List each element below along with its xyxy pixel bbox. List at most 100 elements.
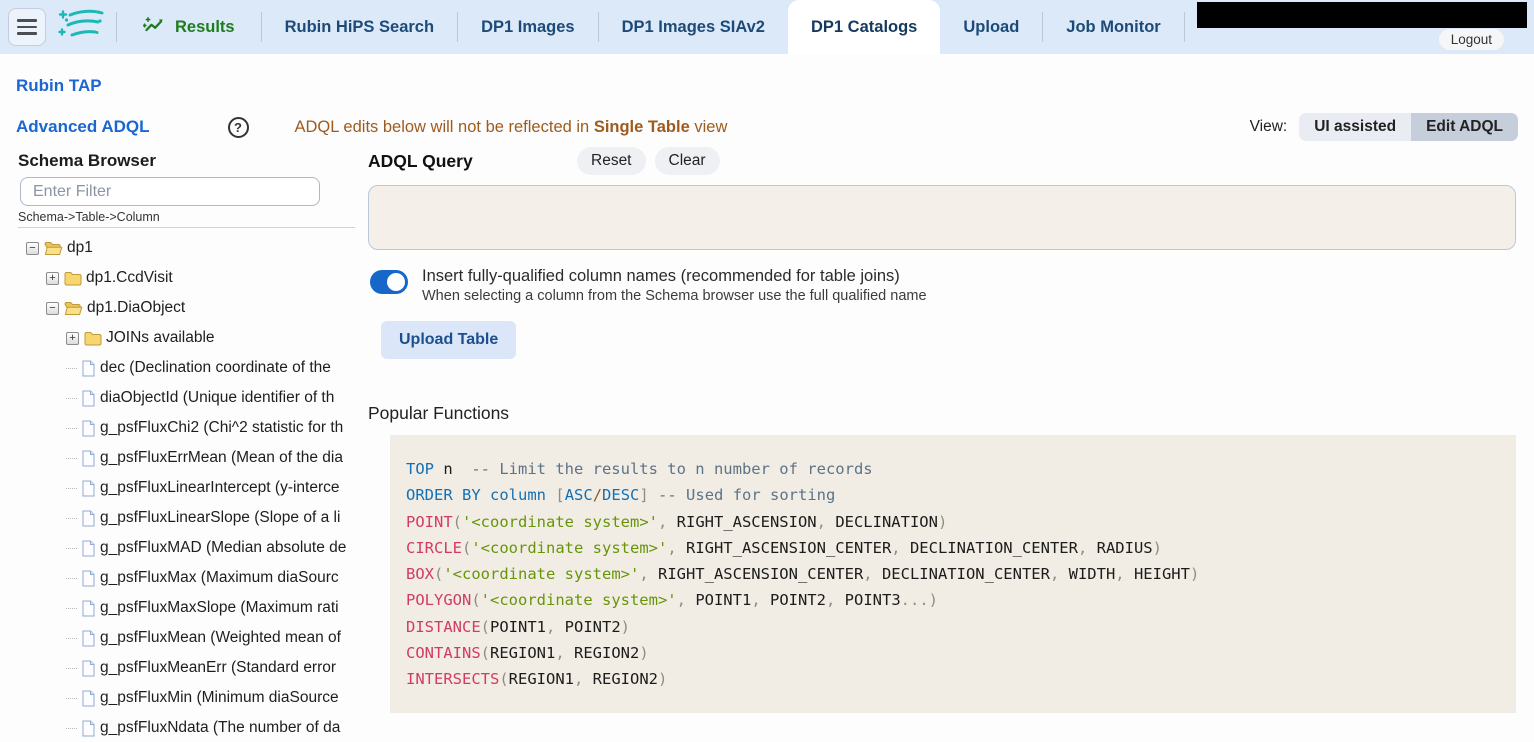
divider [18, 227, 355, 228]
tab-job-monitor[interactable]: Job Monitor [1043, 0, 1183, 54]
tab-dp1-images-siav2[interactable]: DP1 Images SIAv2 [599, 0, 788, 54]
tree-item-joins-available[interactable]: + JOINs available [0, 323, 359, 353]
toggle-label: Insert fully-qualified column names (rec… [422, 267, 927, 286]
help-icon[interactable]: ? [228, 117, 249, 138]
tree-item-g-psffluxmean-weighted-mean-of[interactable]: g_psfFluxMean (Weighted mean of [0, 623, 359, 653]
folder-open-icon [44, 241, 63, 256]
fully-qualified-toggle-row: Insert fully-qualified column names (rec… [370, 267, 927, 304]
tab-rubin-hips-search[interactable]: Rubin HiPS Search [262, 0, 457, 54]
clear-button[interactable]: Clear [655, 147, 720, 175]
tree-connector [66, 578, 77, 579]
tree-item-label: diaObjectId (Unique identifier of th [100, 389, 334, 407]
document-icon [81, 600, 96, 617]
tree-item-dec-declination-coordinate-of-the[interactable]: dec (Declination coordinate of the [0, 353, 359, 383]
schema-tree: − dp1 + dp1.CcdVisit − dp1.DiaObject + JOINs av… [0, 233, 359, 742]
tree-item-label: dec (Declination coordinate of the [100, 359, 331, 377]
document-icon [81, 360, 96, 377]
tab-dp1-images[interactable]: DP1 Images [458, 0, 598, 54]
tree-item-g-psffluxchi2-chi-2-statistic-for-th[interactable]: g_psfFluxChi2 (Chi^2 statistic for th [0, 413, 359, 443]
tree-item-dp1-diaobject[interactable]: − dp1.DiaObject [0, 293, 359, 323]
reset-button[interactable]: Reset [577, 147, 646, 175]
adql-query-header: ADQL Query Reset Clear [368, 147, 729, 175]
tree-expand-toggle[interactable]: + [46, 272, 59, 285]
document-icon [81, 420, 96, 437]
tree-item-g-psffluxlinearintercept-y-interce[interactable]: g_psfFluxLinearIntercept (y-interce [0, 473, 359, 503]
upload-table-button[interactable]: Upload Table [381, 321, 516, 359]
adql-query-panel: ADQL Query Reset Clear Insert fully-qual… [368, 143, 1516, 742]
hamburger-menu-button[interactable] [8, 8, 46, 46]
toggle-hint: When selecting a column from the Schema … [422, 288, 927, 304]
schema-browser-title: Schema Browser [18, 151, 359, 171]
document-icon [81, 540, 96, 557]
divider [1184, 12, 1185, 42]
tree-connector [66, 428, 77, 429]
section-title: Advanced ADQL [16, 117, 150, 137]
tree-item-label: g_psfFluxMaxSlope (Maximum rati [100, 599, 339, 617]
tree-item-label: dp1 [67, 239, 93, 257]
tree-item-g-psffluxmin-minimum-diasource[interactable]: g_psfFluxMin (Minimum diaSource [0, 683, 359, 713]
tab-dp1-catalogs[interactable]: DP1 Catalogs [788, 0, 940, 54]
tab-results[interactable]: Results [117, 0, 261, 54]
code-line: INTERSECTS(REGION1, REGION2) [406, 666, 1516, 692]
tree-item-label: g_psfFluxMean (Weighted mean of [100, 629, 341, 647]
user-identity-redacted [1197, 2, 1527, 28]
tree-connector [66, 728, 77, 729]
tree-item-label: g_psfFluxNdata (The number of da [100, 719, 340, 737]
tree-item-g-psffluxmax-maximum-diasourc[interactable]: g_psfFluxMax (Maximum diaSourc [0, 563, 359, 593]
tree-connector [66, 488, 77, 489]
tree-connector [66, 518, 77, 519]
schema-browser-panel: Schema Browser Schema->Table->Column −dp… [0, 143, 359, 742]
adql-query-title: ADQL Query [368, 151, 577, 172]
document-icon [81, 690, 96, 707]
tree-item-g-psffluxmaxslope-maximum-rati[interactable]: g_psfFluxMaxSlope (Maximum rati [0, 593, 359, 623]
tree-item-g-psffluxmad-median-absolute-de[interactable]: g_psfFluxMAD (Median absolute de [0, 533, 359, 563]
tree-item-label: JOINs available [106, 329, 215, 347]
results-chart-icon [143, 15, 166, 40]
fully-qualified-toggle-switch[interactable] [370, 270, 408, 294]
tab-upload[interactable]: Upload [940, 0, 1042, 54]
view-toggle-group: View: UI assisted Edit ADQL [1250, 113, 1518, 141]
document-icon [81, 510, 96, 527]
code-line: ORDER BY column [ASC/DESC] -- Used for s… [406, 482, 1516, 508]
folder-open-icon [64, 301, 83, 316]
code-line: DISTANCE(POINT1, POINT2) [406, 614, 1516, 640]
code-line: POINT('<coordinate system>', RIGHT_ASCEN… [406, 509, 1516, 535]
code-line: TOP n -- Limit the results to n number o… [406, 456, 1516, 482]
tree-connector [66, 698, 77, 699]
tab-results-label: Results [175, 18, 235, 37]
adql-query-textarea[interactable] [368, 185, 1516, 250]
tree-item-g-psffluxerrmean-mean-of-the-dia[interactable]: g_psfFluxErrMean (Mean of the dia [0, 443, 359, 473]
tree-item-label: g_psfFluxMax (Maximum diaSourc [100, 569, 339, 587]
tree-connector [66, 398, 77, 399]
tree-expand-toggle[interactable]: + [66, 332, 79, 345]
tree-item-label: g_psfFluxLinearSlope (Slope of a li [100, 509, 340, 527]
document-icon [81, 720, 96, 737]
tree-expand-toggle[interactable]: − [46, 302, 59, 315]
view-edit-adql-button[interactable]: Edit ADQL [1411, 113, 1518, 141]
toggle-text: Insert fully-qualified column names (rec… [422, 267, 927, 304]
document-icon [81, 570, 96, 587]
tree-item-label: g_psfFluxChi2 (Chi^2 statistic for th [100, 419, 343, 437]
tree-item-label: g_psfFluxErrMean (Mean of the dia [100, 449, 343, 467]
code-line: CIRCLE('<coordinate system>', RIGHT_ASCE… [406, 535, 1516, 561]
adql-warning-text: ADQL edits below will not be reflected i… [295, 118, 728, 137]
folder-closed-icon [84, 331, 102, 346]
folder-closed-icon [64, 271, 82, 286]
page-title: Rubin TAP [16, 76, 102, 96]
top-navigation-bar: Results Rubin HiPS SearchDP1 ImagesDP1 I… [0, 0, 1534, 54]
tree-item-g-psffluxmeanerr-standard-error[interactable]: g_psfFluxMeanErr (Standard error [0, 653, 359, 683]
view-label: View: [1250, 118, 1288, 136]
tree-item-g-psffluxlinearslope-slope-of-a-li[interactable]: g_psfFluxLinearSlope (Slope of a li [0, 503, 359, 533]
tree-item-label: dp1.DiaObject [87, 299, 185, 317]
tree-item-diaobjectid-unique-identifier-of-th[interactable]: diaObjectId (Unique identifier of th [0, 383, 359, 413]
tree-item-dp1-ccdvisit[interactable]: + dp1.CcdVisit [0, 263, 359, 293]
schema-filter-input[interactable] [20, 177, 320, 206]
tree-item-label: dp1.CcdVisit [86, 269, 173, 287]
popular-functions-title: Popular Functions [368, 403, 509, 424]
tree-item-g-psffluxndata-the-number-of-da[interactable]: g_psfFluxNdata (The number of da [0, 713, 359, 742]
view-ui-assisted-button[interactable]: UI assisted [1299, 113, 1411, 141]
document-icon [81, 450, 96, 467]
logout-button[interactable]: Logout [1439, 29, 1504, 50]
tree-expand-toggle[interactable]: − [26, 242, 39, 255]
tree-item-dp1[interactable]: − dp1 [0, 233, 359, 263]
